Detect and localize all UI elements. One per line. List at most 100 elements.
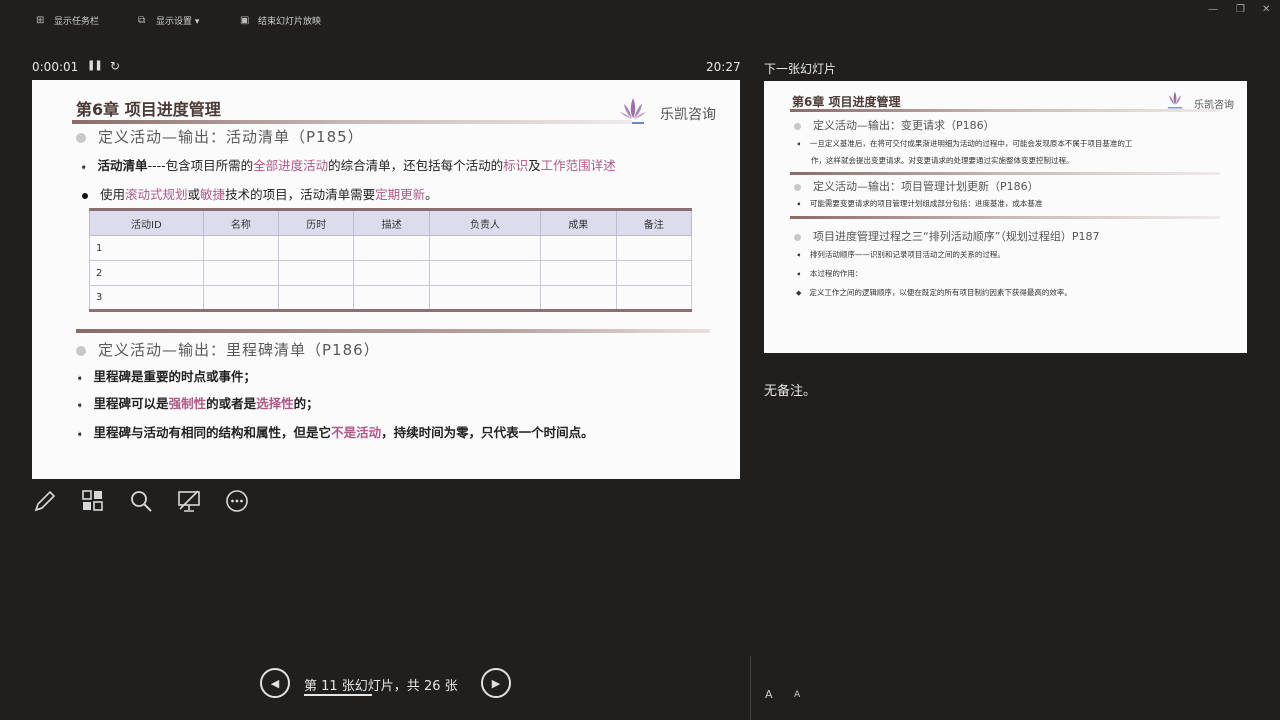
- table-cell: [428, 260, 542, 286]
- close-icon[interactable]: ✕: [1262, 4, 1270, 15]
- table-cell: [353, 260, 430, 286]
- more-options-icon[interactable]: [224, 488, 250, 514]
- speaker-notes[interactable]: 无备注。: [764, 380, 816, 399]
- section-bullet-icon: [794, 233, 801, 241]
- section-bullet-icon: [794, 183, 801, 191]
- arrow-bullet-icon: ➧: [796, 200, 802, 208]
- slide-title: 第6章 项目进度管理: [76, 100, 221, 119]
- restart-timer-icon[interactable]: ↻: [110, 59, 120, 73]
- table-cell: [428, 285, 542, 312]
- column-header: 活动ID: [89, 208, 204, 236]
- next-divider: [790, 216, 1220, 219]
- show-taskbar-label: 显示任务栏: [54, 17, 100, 27]
- display-settings-label: 显示设置 ▾: [156, 17, 200, 27]
- table-cell: [202, 235, 280, 261]
- arrow-right-icon: ▶: [491, 676, 501, 690]
- table-cell: 2: [89, 260, 204, 286]
- next-bullet: ➧ 可能需要变更请求的项目管理计划组成部分包括：进度基准，成本基准: [796, 199, 1043, 208]
- table-cell: [353, 285, 430, 312]
- display-settings-button[interactable]: ⧉ 显示设置 ▾: [138, 14, 199, 27]
- end-slideshow-label: 结束幻灯片放映: [258, 17, 322, 27]
- section-bullet-icon: [76, 345, 86, 356]
- section-bullet-icon: [76, 132, 86, 143]
- display-settings-icon: ⧉: [138, 14, 146, 26]
- end-slideshow-button[interactable]: ▣ 结束幻灯片放映: [240, 14, 321, 27]
- table-cell: 3: [89, 285, 204, 312]
- column-header: 备注: [615, 208, 693, 236]
- arrow-bullet-icon: ➧: [76, 374, 84, 384]
- table-cell: [615, 285, 693, 312]
- next-title-underline: [790, 109, 1220, 112]
- arrow-left-icon: ◀: [270, 676, 280, 690]
- section-bullet-icon: [794, 122, 801, 130]
- decrease-font-button[interactable]: A: [794, 690, 800, 700]
- table-cell: [540, 285, 617, 312]
- column-header: 负责人: [428, 208, 542, 236]
- next-bullet: ➧ 排列活动顺序——识别和记录项目活动之间的关系的过程。: [796, 250, 1005, 259]
- table-cell: [428, 235, 542, 261]
- arrow-bullet-icon: ➧: [796, 270, 802, 278]
- dot-bullet-icon: [82, 192, 88, 199]
- logo-text: 乐凯咨询: [660, 107, 716, 123]
- bullet-rolling-wave: 使用滚动式规划或敏捷技术的项目，活动清单需要定期更新。: [82, 184, 438, 203]
- previous-slide-button[interactable]: ◀: [260, 668, 290, 698]
- next-divider: [790, 172, 1220, 175]
- lekai-logo-icon: [1167, 91, 1183, 109]
- next-section-change-request: 定义活动—输出：变更请求（P186）: [794, 117, 995, 133]
- pause-timer-icon[interactable]: ❚❚: [87, 60, 103, 71]
- arrow-bullet-icon: ➧: [76, 430, 84, 440]
- table-cell: [353, 235, 430, 261]
- restore-icon[interactable]: ❐: [1236, 4, 1245, 15]
- table-cell: [202, 285, 280, 312]
- elapsed-timer: 0:00:01: [32, 60, 79, 74]
- next-bullet: ➧ 本过程的作用：: [796, 269, 863, 278]
- table-row: 1: [89, 235, 693, 261]
- next-slide-button[interactable]: ▶: [481, 668, 511, 698]
- black-screen-icon[interactable]: [176, 488, 202, 514]
- slide-counter[interactable]: 第 11 张幻灯片，共 26 张: [304, 675, 458, 694]
- arrow-bullet-icon: ➧: [76, 401, 84, 411]
- table-cell: [615, 235, 693, 261]
- table-cell: [615, 260, 693, 286]
- presenter-toolbar: ⊞ 显示任务栏 ⧉ 显示设置 ▾ ▣ 结束幻灯片放映 — ❐ ✕: [0, 0, 1280, 44]
- table-cell: 1: [89, 235, 204, 261]
- next-section-plan-update: 定义活动—输出：项目管理计划更新（P186）: [794, 178, 1039, 194]
- zoom-icon[interactable]: [128, 488, 154, 514]
- see-all-slides-icon[interactable]: [80, 488, 106, 514]
- column-header: 成果: [540, 208, 617, 236]
- section-divider: [76, 329, 710, 333]
- table-cell: [278, 235, 355, 261]
- increase-font-button[interactable]: A: [765, 688, 773, 701]
- arrow-bullet-icon: ➧: [80, 163, 88, 173]
- column-header: 描述: [353, 208, 430, 236]
- slide-counter-underline: [304, 694, 372, 696]
- bullet-milestone-1: ➧ 里程碑是重要的时点或事件；: [76, 369, 257, 384]
- show-taskbar-button[interactable]: ⊞ 显示任务栏: [36, 14, 99, 27]
- bullet-milestone-2: ➧ 里程碑可以是强制性的或者是选择性的；: [76, 396, 319, 411]
- current-time: 20:27: [706, 60, 741, 74]
- bullet-activity-list: ➧ 活动清单----包含项目所需的全部进度活动的综合清单，还包括每个活动的标识及工…: [80, 158, 616, 173]
- next-bullet-cont: 作，这样就会提出变更请求。对变更请求的处理要通过实施整体变更控制过程。: [811, 156, 1074, 165]
- diamond-bullet-icon: ◆: [796, 289, 802, 297]
- activity-table: 活动ID 名称 历时 描述 负责人 成果 备注 1 2 3: [89, 208, 693, 312]
- next-slide-preview[interactable]: 第6章 项目进度管理 乐凯咨询 定义活动—输出：变更请求（P186） ➧ 一旦定义…: [764, 81, 1247, 353]
- table-cell: [278, 260, 355, 286]
- column-header: 历时: [278, 208, 355, 236]
- pane-splitter[interactable]: [750, 656, 751, 720]
- section-activity-list: 定义活动—输出：活动清单（P185）: [76, 126, 364, 147]
- minimize-icon[interactable]: —: [1208, 4, 1218, 15]
- arrow-bullet-icon: ➧: [796, 140, 802, 148]
- table-row: 3: [89, 285, 693, 312]
- title-underline: [72, 120, 632, 124]
- current-slide[interactable]: 第6章 项目进度管理 乐凯咨询 定义活动—输出：活动清单（P185） ➧ 活动清单…: [32, 80, 740, 479]
- taskbar-icon: ⊞: [36, 14, 45, 26]
- next-bullet: ◆ 定义工作之间的逻辑顺序，以便在既定的所有项目制约因素下获得最高的效率。: [796, 288, 1072, 297]
- table-row: 2: [89, 260, 693, 286]
- next-section-sequence: 项目进度管理过程之三“排列活动顺序”（规划过程组）P187: [794, 228, 1100, 244]
- column-header: 名称: [202, 208, 280, 236]
- table-header-row: 活动ID 名称 历时 描述 负责人 成果 备注: [89, 208, 693, 236]
- end-slideshow-icon: ▣: [240, 14, 250, 26]
- pen-icon[interactable]: [32, 488, 58, 514]
- next-slide-label: 下一张幻灯片: [764, 62, 837, 76]
- table-cell: [540, 260, 617, 286]
